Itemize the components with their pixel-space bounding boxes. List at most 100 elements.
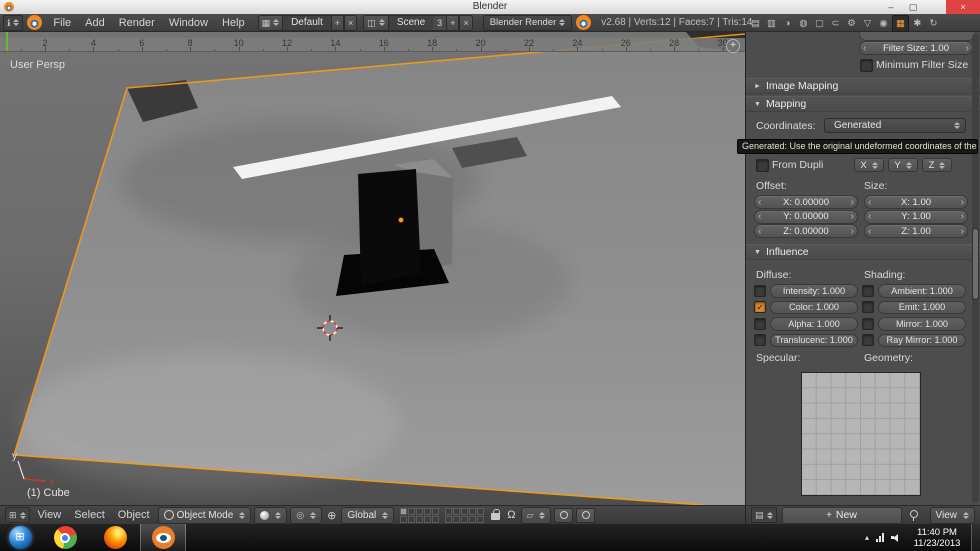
menu-render[interactable]: Render — [112, 14, 162, 32]
decrement-arrow-icon[interactable]: ‹ — [865, 211, 874, 222]
browse-layouts-button[interactable]: ▦ — [257, 14, 284, 31]
influence-slider[interactable]: Color: 1.000 — [770, 300, 858, 314]
render-layers-tab-icon[interactable]: ▥ — [764, 16, 779, 31]
size-x-field[interactable]: ‹ X: 1.00 › — [864, 195, 968, 209]
layer-toggle[interactable] — [424, 507, 432, 515]
influence-checkbox[interactable] — [754, 284, 766, 297]
maximize-button[interactable]: ▢ — [902, 0, 924, 14]
layer-toggle[interactable] — [453, 507, 461, 515]
layer-toggle[interactable] — [400, 507, 408, 515]
properties-shelf-toggle-icon[interactable]: + — [726, 39, 740, 53]
3d-scene[interactable]: x y — [0, 32, 745, 505]
decrement-arrow-icon[interactable]: ‹ — [755, 211, 764, 222]
shading-select[interactable] — [254, 506, 288, 524]
menu-object[interactable]: Object — [113, 506, 155, 525]
chrome-taskbar-button[interactable] — [40, 524, 90, 551]
coordinates-dropdown[interactable]: Generated — [824, 118, 966, 133]
timeline-playhead[interactable] — [6, 32, 8, 51]
volume-icon[interactable] — [891, 533, 900, 542]
axis-y-button[interactable]: Y — [888, 158, 918, 172]
layer-toggle[interactable] — [400, 515, 408, 523]
physics-tab-icon[interactable]: ↻ — [926, 16, 941, 31]
layer-toggle[interactable] — [416, 507, 424, 515]
blender-taskbar-button[interactable] — [140, 524, 186, 551]
influence-slider[interactable]: Alpha: 1.000 — [770, 317, 858, 331]
influence-checkbox[interactable] — [862, 284, 874, 297]
render-tab-icon[interactable]: ▤ — [748, 16, 763, 31]
opengl-render-anim-button[interactable] — [576, 507, 596, 523]
constraints-tab-icon[interactable]: ⊂ — [828, 16, 843, 31]
editor-type-button[interactable]: ℹ — [3, 14, 24, 31]
decrement-arrow-icon[interactable]: ‹ — [865, 197, 874, 208]
scrollbar-thumb[interactable] — [972, 228, 979, 300]
layer-toggle[interactable] — [469, 507, 477, 515]
delete-scene-button[interactable]: × — [459, 14, 473, 31]
new-texture-button[interactable]: + New — [781, 506, 902, 524]
particles-tab-icon[interactable]: ✱ — [910, 16, 925, 31]
menu-select[interactable]: Select — [69, 506, 110, 525]
layer-toggle[interactable] — [469, 515, 477, 523]
layer-toggle[interactable] — [453, 515, 461, 523]
decrement-arrow-icon[interactable]: ‹ — [755, 226, 764, 237]
manipulator-toggle[interactable]: ⊕ — [325, 509, 338, 522]
influence-slider[interactable]: Intensity: 1.000 — [770, 284, 858, 298]
material-tab-icon[interactable]: ◉ — [876, 16, 891, 31]
influence-slider[interactable]: Ray Mirror: 1.000 — [878, 333, 966, 347]
lock-icon[interactable] — [491, 509, 501, 520]
layer-toggle[interactable] — [432, 515, 440, 523]
menu-file[interactable]: File — [46, 14, 78, 32]
axis-x-button[interactable]: X — [854, 158, 884, 172]
increment-arrow-icon[interactable]: › — [963, 43, 972, 54]
minimum-filter-checkbox[interactable] — [860, 59, 873, 72]
render-engine-select[interactable]: Blender Render — [482, 14, 573, 31]
network-icon[interactable] — [876, 533, 884, 542]
influence-slider[interactable]: Ambient: 1.000 — [878, 284, 966, 298]
delete-layout-button[interactable]: × — [344, 14, 358, 31]
decrement-arrow-icon[interactable]: ‹ — [865, 226, 874, 237]
layer-toggle[interactable] — [461, 507, 469, 515]
browse-scenes-button[interactable]: ◫ — [363, 14, 389, 31]
menu-add[interactable]: Add — [78, 14, 112, 32]
layout-name-field[interactable]: Default — [283, 14, 331, 31]
from-dupli-checkbox[interactable] — [756, 159, 769, 172]
influence-slider[interactable]: Mirror: 1.000 — [878, 317, 966, 331]
editor-type-button[interactable]: ▤ — [751, 507, 777, 523]
influence-checkbox[interactable] — [754, 317, 766, 330]
layer-toggle[interactable] — [477, 507, 485, 515]
increment-arrow-icon[interactable]: › — [848, 226, 857, 237]
object-tab-icon[interactable]: ▢ — [812, 16, 827, 31]
object-data-tab-icon[interactable]: ▽ — [860, 16, 875, 31]
texture-tab-icon[interactable]: ▦ — [892, 14, 909, 32]
increment-arrow-icon[interactable]: › — [958, 226, 967, 237]
minimize-button[interactable]: – — [880, 0, 902, 14]
filter-size-field[interactable]: ‹ Filter Size: 1.00 › — [859, 41, 973, 55]
menu-help[interactable]: Help — [215, 14, 252, 32]
layer-toggle[interactable] — [424, 515, 432, 523]
editor-type-button[interactable]: ⊞ — [5, 507, 30, 523]
layer-toggle[interactable] — [408, 515, 416, 523]
pin-icon[interactable] — [909, 509, 918, 521]
influence-panel-header[interactable]: ▼ Influence — [746, 244, 980, 260]
menu-window[interactable]: Window — [162, 14, 215, 32]
decrement-arrow-icon[interactable]: ‹ — [860, 43, 869, 54]
3d-viewport[interactable]: x y 2 4 6 8 10 12 14 16 18 20 22 24 26 28 30 User Pers… — [0, 32, 745, 505]
orientation-select[interactable]: Global — [341, 506, 395, 524]
axis-z-button[interactable]: Z — [922, 158, 952, 172]
size-z-field[interactable]: ‹ Z: 1.00 › — [864, 224, 968, 238]
timeline-ruler[interactable]: 2 4 6 8 10 12 14 16 18 20 22 24 26 28 30 — [0, 38, 745, 52]
offset-x-field[interactable]: ‹ X: 0.00000 › — [754, 195, 858, 209]
offset-y-field[interactable]: ‹ Y: 0.00000 › — [754, 209, 858, 224]
influence-checkbox[interactable] — [862, 317, 874, 330]
mapping-panel-header[interactable]: ▼ Mapping — [746, 96, 980, 112]
layer-toggle[interactable] — [445, 515, 453, 523]
increment-arrow-icon[interactable]: › — [848, 211, 857, 222]
opengl-render-still-button[interactable] — [554, 507, 574, 523]
layer-toggle[interactable] — [461, 515, 469, 523]
image-mapping-panel-header[interactable]: ► Image Mapping — [746, 78, 980, 94]
taskbar-clock[interactable]: 11:40 PM 11/23/2013 — [907, 527, 967, 549]
pivot-select[interactable]: ◎ — [290, 506, 323, 524]
add-scene-button[interactable]: + — [446, 14, 460, 31]
modifiers-tab-icon[interactable]: ⚙ — [844, 16, 859, 31]
clipped-slider[interactable] — [859, 32, 975, 41]
world-tab-icon[interactable]: ◍ — [796, 16, 811, 31]
